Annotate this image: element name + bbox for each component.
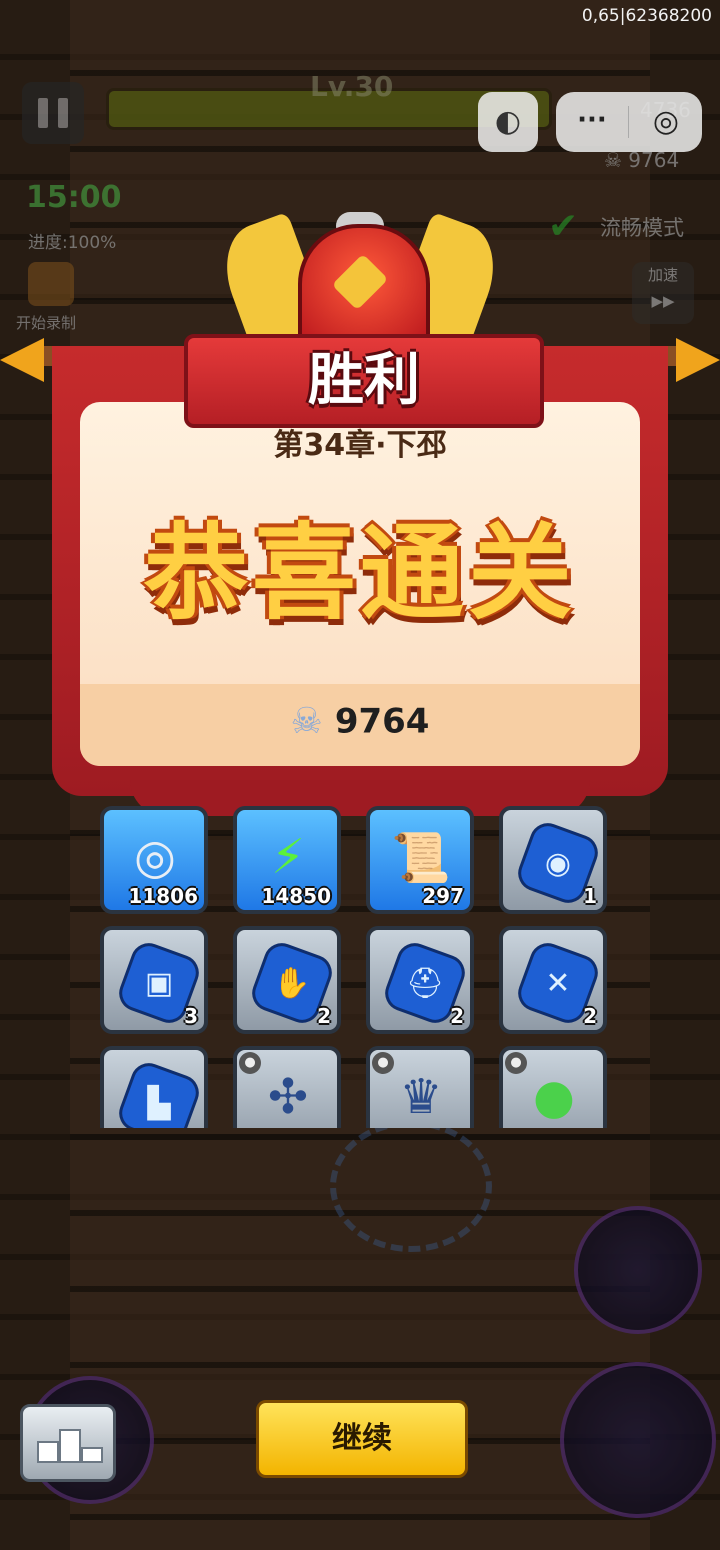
reward-item-energy[interactable]: ⚡ 14850	[233, 806, 341, 914]
podium-left	[37, 1441, 59, 1463]
continue-button[interactable]: 继续	[256, 1400, 468, 1478]
coin-icon: ◎	[134, 829, 176, 885]
reward-item-stone-medal[interactable]: ◉ 1	[499, 806, 607, 914]
more-options-button[interactable]: ···	[556, 92, 628, 152]
item-quantity: 297	[422, 884, 464, 908]
podium-center	[59, 1429, 81, 1463]
weapon-shuriken-icon: ✣	[267, 1069, 309, 1125]
victory-title: 胜利	[308, 348, 420, 413]
helmet-crown-icon: ♛	[399, 1069, 443, 1125]
victory-ribbon: 胜利	[184, 334, 544, 428]
ranking-button[interactable]	[20, 1404, 116, 1482]
reward-item-stone-boot[interactable]: ▙	[100, 1046, 208, 1128]
podium-right	[81, 1447, 103, 1463]
item-quantity: 3	[184, 1004, 198, 1028]
reward-item-coin[interactable]: ◎ 11806	[100, 806, 208, 914]
stone-glyph: ▣	[144, 965, 174, 1001]
item-quantity: 1	[583, 884, 597, 908]
stone-glyph: ✋	[273, 965, 311, 1001]
reward-value: 9764	[334, 701, 430, 742]
item-quantity: 14850	[261, 884, 331, 908]
item-quantity: 2	[583, 1004, 597, 1028]
energy-icon: ⚡	[271, 829, 305, 885]
item-quantity: 11806	[128, 884, 198, 908]
rod-arrow-left	[0, 338, 44, 382]
reward-item-helmet-crown[interactable]: ● ♛	[366, 1046, 474, 1128]
stone-glyph: ⛑	[405, 965, 445, 1001]
reward-item-weapon-shuriken[interactable]: ● ✣	[233, 1046, 341, 1128]
congrats-text: 恭喜通关	[143, 512, 576, 634]
capsule-divider	[628, 106, 629, 138]
item-quantity: 2	[317, 1004, 331, 1028]
scroll-icon: 📜	[391, 829, 451, 886]
reward-item-scroll[interactable]: 📜 297	[366, 806, 474, 914]
reward-skulls: ☠ 9764	[80, 700, 640, 742]
reward-item-stone-helmet[interactable]: ⛑ 2	[366, 926, 474, 1034]
reward-item-stone-armor[interactable]: ▣ 3	[100, 926, 208, 1034]
stone-glyph: ▙	[147, 1085, 171, 1121]
skull-icon: ☠	[290, 701, 323, 742]
amulet-icon: ●	[533, 1069, 575, 1125]
debug-id-text: 0,65|62368200	[581, 6, 712, 26]
reward-item-stone-sword[interactable]: ✕ 2	[499, 926, 607, 1034]
stone-glyph: ◉	[544, 845, 572, 881]
stone-glyph: ✕	[545, 965, 571, 1001]
reward-items-grid: ◎ 11806 ⚡ 14850 📜 297 ◉ 1 ▣ 3 ✋ 2 ⛑ 2 ✕ 2 ▙ ● ✣ ● ♛ ● ●	[96, 802, 616, 1128]
reward-item-stone-glove[interactable]: ✋ 2	[233, 926, 341, 1034]
reward-item-amulet[interactable]: ● ●	[499, 1046, 607, 1128]
chapter-title: 第34章·下邳	[273, 428, 447, 463]
item-quantity: 2	[450, 1004, 464, 1028]
pacman-icon: ◐	[494, 104, 522, 139]
game-menu-button[interactable]: ◐	[478, 92, 538, 152]
rod-arrow-right	[676, 338, 720, 382]
stone-boot-icon: ▙	[114, 1058, 204, 1128]
miniprogram-capsule: ··· ◎	[556, 92, 702, 152]
close-target-icon[interactable]: ◎	[630, 92, 702, 152]
